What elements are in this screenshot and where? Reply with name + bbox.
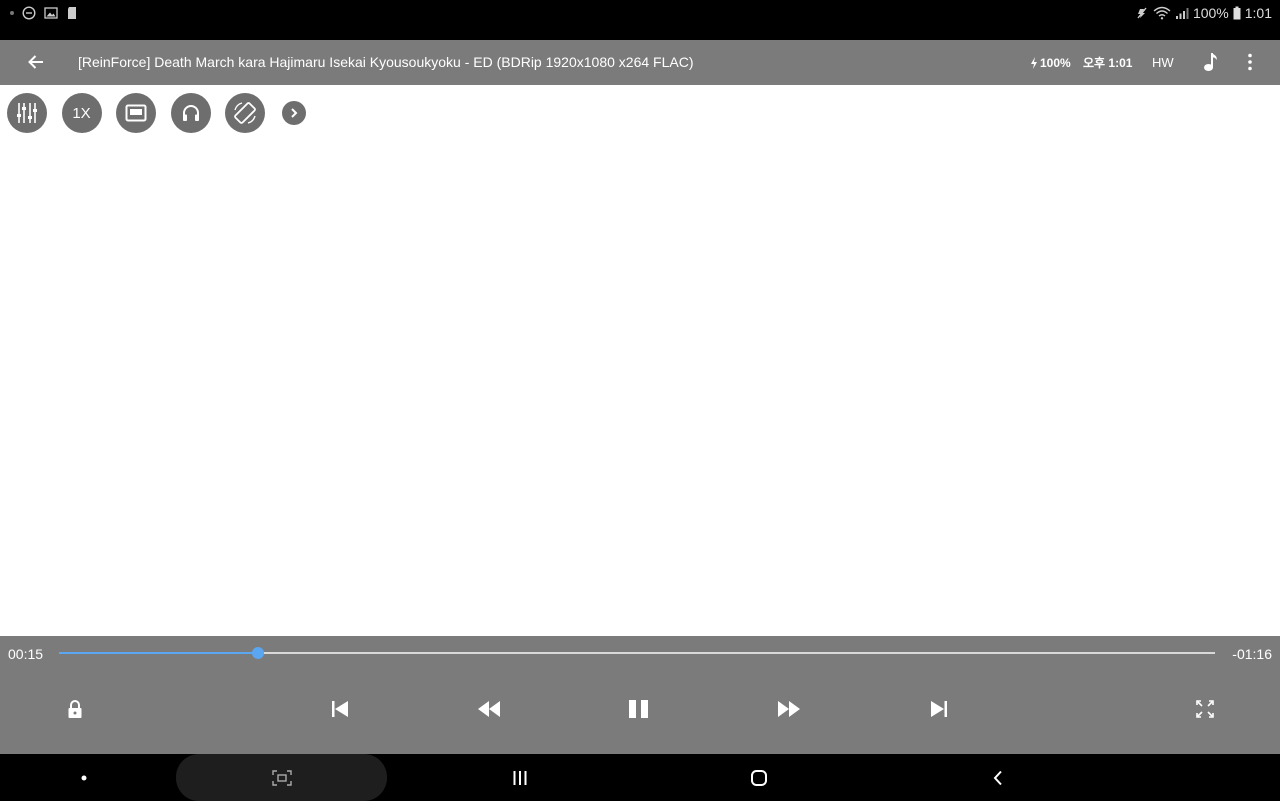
screen-capture-icon (271, 769, 292, 786)
rewind-button[interactable] (471, 691, 507, 727)
sd-card-icon (66, 6, 78, 20)
decoder-button[interactable]: HW (1152, 40, 1174, 85)
music-note-icon (1204, 53, 1217, 71)
status-time: 1:01 (1244, 5, 1272, 21)
current-time: 00:15 (8, 646, 44, 662)
recent-apps-icon (513, 771, 527, 785)
chevron-right-icon (290, 108, 297, 118)
remaining-time: -01:16 (1232, 646, 1272, 662)
battery-percent: 100% (1192, 5, 1229, 21)
next-button[interactable] (921, 691, 957, 727)
more-options-button[interactable] (1240, 48, 1260, 76)
title-bar: [ReinForce] Death March kara Hajimaru Is… (0, 40, 1280, 85)
status-bar-notifications (10, 4, 78, 22)
notification-dot-icon (10, 11, 14, 15)
equalizer-button[interactable] (7, 93, 47, 133)
audio-track-button[interactable] (1198, 48, 1224, 76)
lock-button[interactable] (57, 691, 93, 727)
seek-bar[interactable] (59, 647, 1215, 659)
lock-icon (68, 700, 82, 718)
nav-dot-button[interactable] (68, 762, 100, 794)
player-battery: 100% (1030, 40, 1071, 85)
fullscreen-icon (1196, 700, 1214, 718)
charging-bolt-icon (1031, 56, 1037, 69)
seek-bar-progress (59, 652, 258, 654)
fast-forward-icon (778, 701, 800, 717)
no-sim-icon (1135, 6, 1149, 20)
rewind-icon (478, 701, 500, 717)
do-not-disturb-icon (22, 6, 36, 20)
home-icon (751, 770, 767, 786)
equalizer-icon (17, 103, 37, 123)
recent-apps-button[interactable] (504, 762, 536, 794)
popup-player-button[interactable] (116, 93, 156, 133)
quick-tools: 1X (7, 93, 306, 133)
playback-controls: 00:15 -01:16 (0, 636, 1280, 754)
headphones-icon (182, 105, 199, 121)
status-bar-system: 100% 1:01 (1135, 4, 1272, 22)
back-arrow-icon (28, 55, 43, 69)
expand-tools-button[interactable] (281, 101, 306, 125)
fullscreen-button[interactable] (1187, 691, 1223, 727)
video-title: [ReinForce] Death March kara Hajimaru Is… (78, 54, 694, 70)
chevron-left-icon (993, 770, 1002, 786)
player-clock: 오후 1:01 (1083, 56, 1133, 70)
wifi-icon (1153, 6, 1171, 20)
status-bar: 100% 1:01 (0, 0, 1280, 40)
battery-icon (1233, 6, 1241, 20)
video-surface[interactable]: 1X (0, 85, 1280, 636)
background-play-button[interactable] (170, 93, 211, 133)
previous-button[interactable] (322, 691, 358, 727)
home-button[interactable] (743, 762, 775, 794)
back-button[interactable] (22, 48, 50, 76)
picture-in-picture-icon (125, 104, 147, 122)
skip-next-icon (931, 701, 947, 717)
player-battery-text: 100% (1040, 55, 1071, 70)
seek-bar-thumb[interactable] (251, 647, 264, 659)
system-navigation-bar (0, 754, 1280, 801)
dot-icon (81, 775, 87, 781)
pause-button[interactable] (621, 691, 657, 727)
fast-forward-button[interactable] (771, 691, 807, 727)
screen-rotation-icon (234, 102, 256, 124)
signal-icon (1175, 6, 1189, 20)
skip-previous-icon (332, 701, 348, 717)
capture-button[interactable] (176, 754, 387, 801)
system-back-button[interactable] (982, 762, 1014, 794)
playback-speed-button[interactable]: 1X (61, 93, 102, 133)
screen-rotation-button[interactable] (225, 93, 265, 133)
gallery-icon (44, 6, 58, 20)
pause-icon (629, 700, 648, 718)
more-vertical-icon (1248, 53, 1252, 71)
